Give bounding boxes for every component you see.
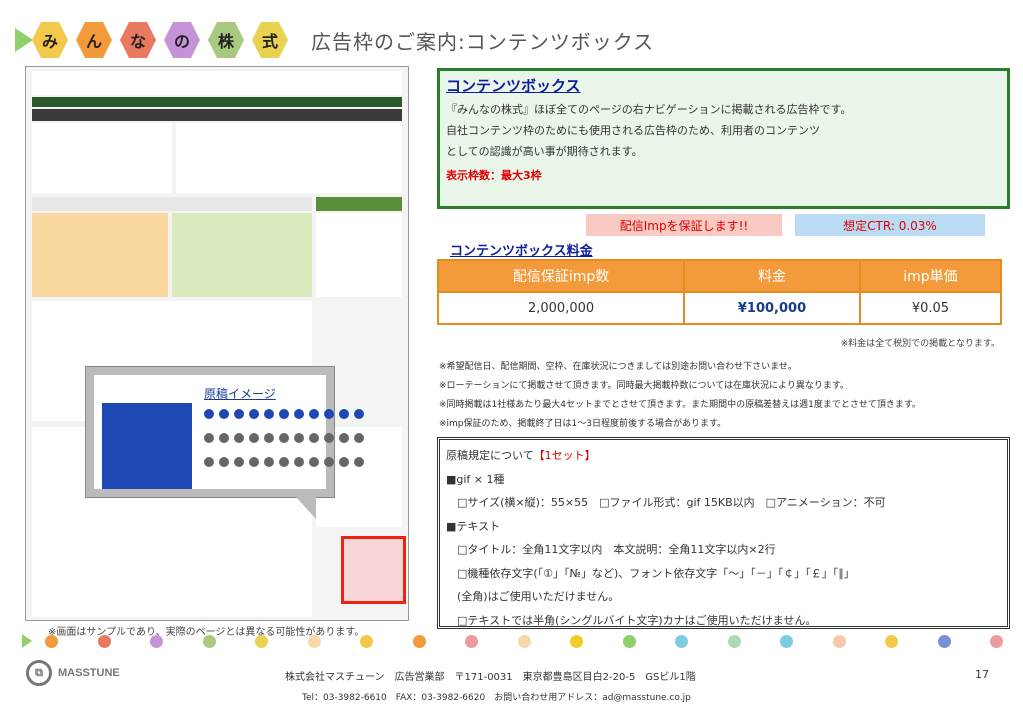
logo-char: 式: [252, 22, 288, 58]
price-table: 配信保証imp数 料金 imp単価 2,000,000 ¥100,000 ¥0.…: [436, 259, 1003, 325]
footer-contact: Tel：03-3982-6610 FAX：03-3982-6620 お問い合わせ…: [302, 693, 691, 703]
decorative-dot: [97, 635, 111, 648]
page-number: 17: [975, 668, 989, 681]
brand-name: MASSTUNE: [58, 667, 120, 679]
page-title: 広告枠のご案内:コンテンツボックス: [311, 30, 655, 54]
decorative-dot: [727, 635, 741, 648]
logo-char: な: [120, 22, 156, 58]
note-line: ※imp保証のため、掲載終了日は1～3日程度前後する場合があります。: [439, 419, 727, 429]
draft-image-placeholder: [102, 403, 192, 489]
table-cell: 2,000,000: [436, 291, 686, 325]
logo-char: の: [164, 22, 200, 58]
table-cell: ¥0.05: [858, 291, 1003, 325]
tax-note: ※料金は全て税別での掲載となります。: [840, 339, 1000, 349]
description-line: としての認識が高い事が期待されます。: [446, 145, 643, 158]
decorative-dot: [255, 635, 268, 648]
column-header: imp単価: [858, 259, 1003, 293]
note-line: ※同時掲載は1社様あたり最大4セットまでとさせて頂きます。また期間中の原稿差替え…: [439, 400, 921, 410]
popup-title: 原稿イメージ: [204, 387, 276, 401]
mock-buy-panel: [32, 213, 168, 297]
rule-line: □サイズ(横×縦)：55×55 □ファイル形式：gif 15KB以内 □アニメー…: [446, 496, 886, 509]
decorative-dot: [622, 635, 636, 648]
content-box-title: コンテンツボックス: [446, 77, 581, 95]
decorative-dot: [885, 635, 898, 648]
mock-portfolio-bar: [32, 197, 312, 211]
slot-count: 表示枠数：最大3枠: [446, 169, 542, 182]
mock-news-panel: [176, 123, 402, 193]
company-logo: ⧉ MASSTUNE: [26, 660, 120, 686]
decorative-dot: [517, 635, 531, 648]
column-header: 料金: [683, 259, 861, 293]
mock-nav: [32, 97, 402, 107]
sample-screenshot: 原稿イメージ: [25, 66, 409, 621]
company-mark-icon: ⧉: [26, 660, 52, 686]
header-arrow-icon: [15, 28, 33, 52]
rule-line: (全角)はご使用いただけません。: [446, 590, 620, 603]
mock-market-panel: [32, 123, 172, 193]
decorative-dot: [360, 635, 373, 648]
footer-arrow-icon: [22, 634, 32, 648]
decorative-dot: [202, 635, 216, 648]
footer-address: 株式会社マスチューン 広告営業部 〒171-0031 東京都豊島区目白2-20-…: [285, 672, 696, 683]
decorative-dot: [937, 635, 951, 648]
decorative-dot: [150, 635, 163, 648]
logo-char: ん: [76, 22, 112, 58]
description-line: 『みんなの株式』ほぼ全てのページの右ナビゲーションに掲載される広告枠です。: [446, 103, 852, 116]
note-line: ※ローテーションにて掲載させて頂きます。同時最大掲載枠数については在庫状況により…: [439, 381, 849, 391]
ad-slot-highlight: [341, 536, 406, 604]
mock-sell-panel: [172, 213, 312, 297]
rule-line: □テキストでは半角(シングルバイト文字)カナはご使用いただけません。: [446, 613, 817, 627]
mock-login-bar: [316, 197, 402, 211]
popup-pointer-icon: [296, 497, 316, 519]
blue-dot-row: [204, 409, 364, 419]
decorative-dot: [990, 635, 1003, 648]
mock-side-panel: [316, 213, 402, 297]
decorative-dot: [412, 635, 426, 648]
rule-line: ■テキスト: [446, 519, 501, 533]
decorative-dot: [45, 635, 58, 648]
price-title: コンテンツボックス料金: [450, 244, 593, 259]
content-box-description: コンテンツボックス 『みんなの株式』ほぼ全てのページの右ナビゲーションに掲載され…: [437, 68, 1010, 209]
rule-line: □タイトル：全角11文字以内 本文説明：全角11文字以内×2行: [446, 543, 776, 556]
gray-dot-row: [204, 457, 364, 467]
table-row: 2,000,000 ¥100,000 ¥0.05: [436, 291, 1003, 325]
decorative-dot: [465, 635, 478, 648]
description-line: 自社コンテンツ枠のためにも使用される広告枠のため、利用者のコンテンツ: [446, 124, 820, 137]
logo-char: 株: [208, 22, 244, 58]
mock-subnav: [32, 109, 402, 121]
rules-heading-set: 【1セット】: [533, 449, 596, 462]
rule-line: □機種依存文字(「①」「№」など)、フォント依存文字「～」「－」「￠」「￡」「∥…: [446, 566, 855, 580]
table-header-row: 配信保証imp数 料金 imp単価: [436, 259, 1003, 293]
rule-line: ■gif × 1種: [446, 472, 505, 486]
creative-rules-box: 原稿規定について【1セット】 ■gif × 1種 □サイズ(横×縦)：55×55…: [437, 437, 1010, 629]
note-line: ※希望配信日、配信期間、空枠、在庫状況につきましては別途お問い合わせ下さいませ。: [439, 362, 797, 372]
gray-dot-row: [204, 433, 364, 443]
decorative-dot: [675, 635, 688, 648]
decorative-dot: [570, 635, 583, 648]
draft-image-popup: 原稿イメージ: [86, 367, 364, 497]
ctr-tag: 想定CTR: 0.03%: [795, 214, 985, 236]
decorative-dot: [780, 635, 793, 648]
column-header: 配信保証imp数: [436, 259, 686, 293]
decorative-dot: [307, 635, 321, 648]
table-cell: ¥100,000: [683, 291, 861, 325]
imp-guarantee-tag: 配信Impを保証します!!: [586, 214, 782, 236]
decorative-dot: [832, 635, 846, 648]
rules-heading-text: 原稿規定について: [446, 449, 534, 462]
mock-header: [32, 71, 402, 95]
rules-heading: 原稿規定について【1セット】: [446, 444, 1001, 468]
logo-char: み: [32, 22, 68, 58]
